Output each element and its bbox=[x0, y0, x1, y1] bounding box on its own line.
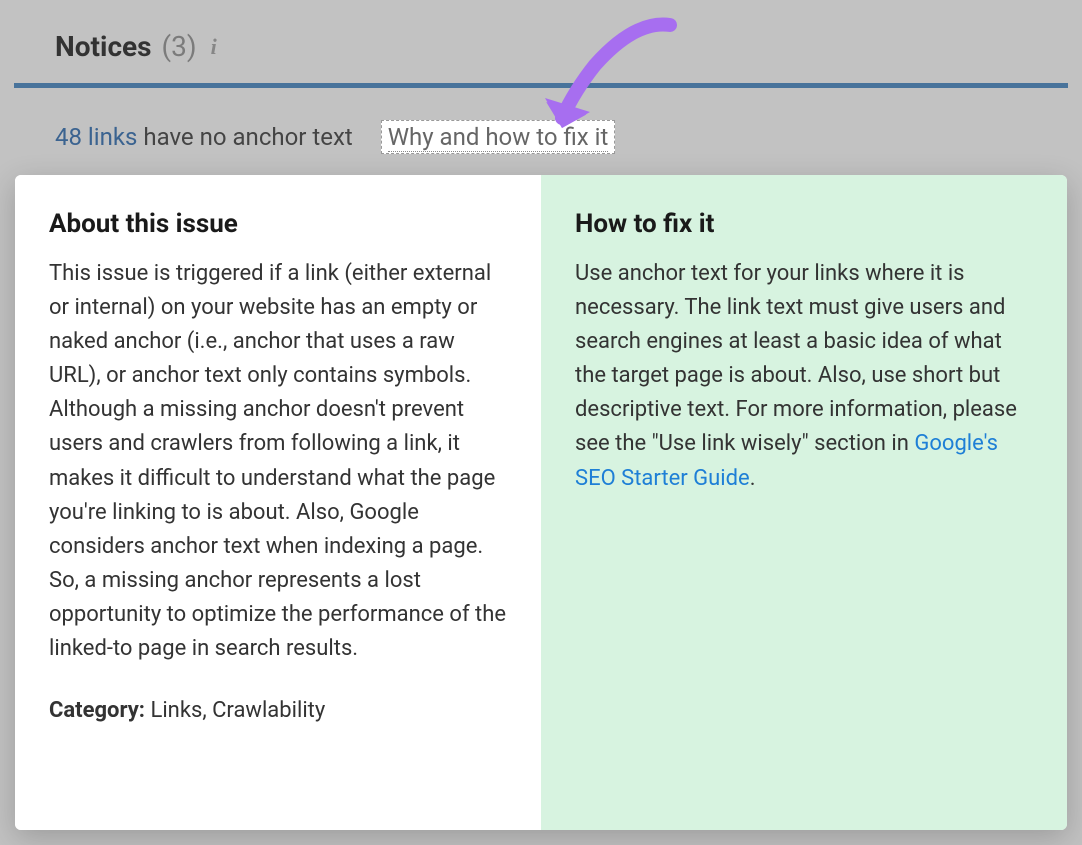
fix-body: Use anchor text for your links where it … bbox=[575, 257, 1033, 496]
about-body: This issue is triggered if a link (eithe… bbox=[49, 257, 507, 666]
fix-body-suffix: . bbox=[750, 466, 756, 491]
about-heading: About this issue bbox=[49, 209, 507, 239]
about-panel: About this issue This issue is triggered… bbox=[15, 175, 541, 830]
issue-details-popup: About this issue This issue is triggered… bbox=[15, 175, 1067, 830]
fix-heading: How to fix it bbox=[575, 209, 1033, 239]
fix-panel: How to fix it Use anchor text for your l… bbox=[541, 175, 1067, 830]
category-value: Links, Crawlability bbox=[145, 698, 325, 723]
category-row: Category: Links, Crawlability bbox=[49, 698, 507, 723]
category-label: Category: bbox=[49, 698, 145, 723]
fixit-link[interactable]: Why and how to fix it bbox=[388, 123, 609, 152]
fixit-link-wrapper[interactable]: Why and how to fix it bbox=[381, 120, 616, 154]
fix-body-prefix: Use anchor text for your links where it … bbox=[575, 261, 1017, 456]
